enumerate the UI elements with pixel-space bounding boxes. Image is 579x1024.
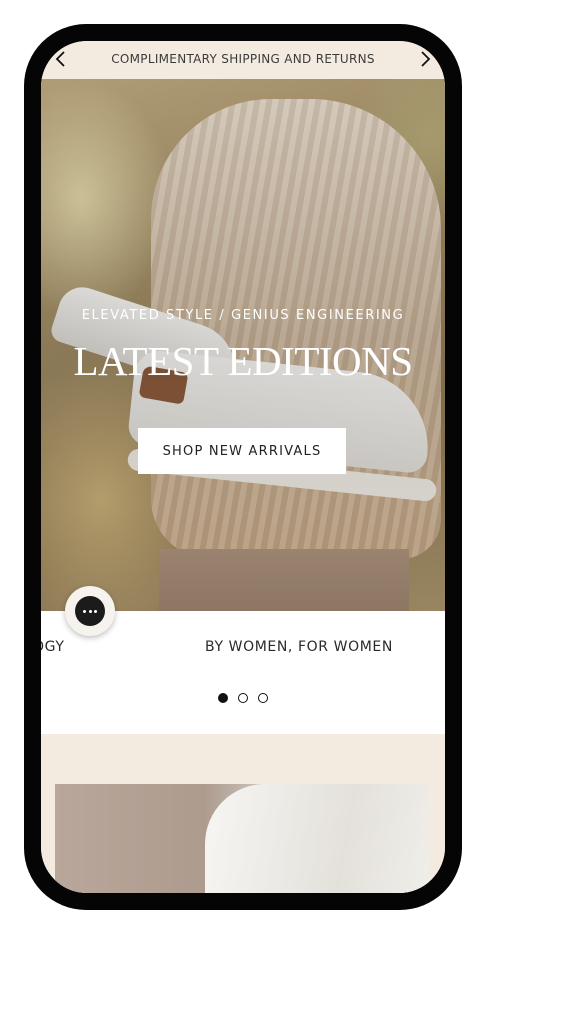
value-prop-item: OGY	[41, 639, 65, 655]
collection-image[interactable]	[55, 784, 429, 893]
value-prop-item: BY WOMEN, FOR WOMEN	[205, 639, 393, 655]
carousel-dot-3[interactable]	[258, 693, 268, 703]
phone-frame: COMPLIMENTARY SHIPPING AND RETURNS ELEVA…	[24, 24, 462, 910]
hero-headline: LATEST EDITIONS	[73, 338, 413, 384]
carousel-dot-2[interactable]	[238, 693, 248, 703]
hero-eyebrow: ELEVATED STYLE / GENIUS ENGINEERING	[81, 308, 405, 323]
chat-button[interactable]	[65, 586, 115, 636]
carousel-dot-1[interactable]	[218, 693, 228, 703]
chat-bubble-icon	[75, 596, 105, 626]
announcement-text: COMPLIMENTARY SHIPPING AND RETURNS	[111, 52, 375, 66]
lower-section	[41, 734, 445, 893]
phone-screen: COMPLIMENTARY SHIPPING AND RETURNS ELEVA…	[41, 41, 445, 893]
hero-banner: ELEVATED STYLE / GENIUS ENGINEERING LATE…	[41, 79, 445, 611]
shop-new-arrivals-button[interactable]: SHOP NEW ARRIVALS	[138, 428, 346, 474]
announcement-bar: COMPLIMENTARY SHIPPING AND RETURNS	[41, 41, 445, 79]
collection-image-garment	[205, 784, 429, 893]
chevron-right-icon[interactable]	[415, 50, 435, 70]
carousel-dots	[41, 693, 445, 703]
